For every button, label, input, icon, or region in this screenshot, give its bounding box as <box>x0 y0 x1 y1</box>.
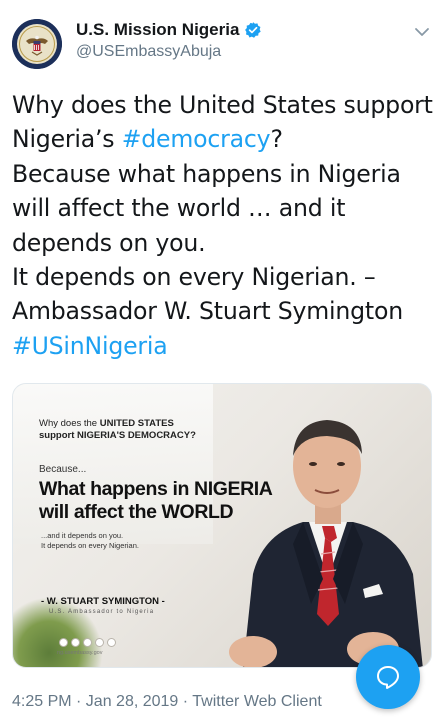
chevron-down-icon[interactable] <box>414 26 430 38</box>
tweet-line-2: Nigeria’s #democracy? <box>12 122 437 156</box>
verified-badge-icon <box>245 22 262 38</box>
display-name[interactable]: U.S. Mission Nigeria <box>76 20 262 40</box>
tweet-line-3: Because what happens in Nigeria <box>12 159 401 188</box>
media-question-line1-bold: UNITED STATES <box>99 418 174 429</box>
media-signature: - W. STUART SYMINGTON - <box>41 596 165 607</box>
media-social-icons <box>59 638 116 647</box>
tweet-text-segment: Nigeria’s <box>12 125 122 154</box>
facebook-icon <box>59 638 68 647</box>
media-small-line2: It depends on every Nigerian. <box>41 541 139 550</box>
media-small-line1: ...and it depends on you. <box>41 531 124 540</box>
tweet-line-5: depends on you. <box>12 228 206 257</box>
media-small-lines: ...and it depends on you. It depends on … <box>41 531 139 551</box>
flickr-icon <box>107 638 116 647</box>
media-ambassador-photo <box>223 404 431 667</box>
media-question-line1-pre: Why does the <box>39 418 100 429</box>
tweet-line-8: #USinNigeria <box>12 329 437 363</box>
media-plant <box>13 597 103 667</box>
account-names[interactable]: U.S. Mission Nigeria @USEmbassyAbuja <box>76 20 262 61</box>
media-social-url: ng.usembassy.gov <box>57 650 103 656</box>
twitter-icon <box>71 638 80 647</box>
instagram-icon <box>83 638 92 647</box>
avatar[interactable] <box>12 19 62 69</box>
tweet-line-1: Why does the United States support <box>12 91 433 119</box>
tweet-text: Why does the United States support Niger… <box>12 88 437 363</box>
account-handle[interactable]: @USEmbassyAbuja <box>76 43 262 61</box>
youtube-icon <box>95 638 104 647</box>
embassy-seal-icon <box>12 19 62 69</box>
media-question: Why does the UNITED STATES support NIGER… <box>39 418 196 442</box>
tweet-meta[interactable]: 4:25 PM · Jan 28, 2019 · Twitter Web Cli… <box>12 693 322 711</box>
media-question-line2: support NIGERIA'S DEMOCRACY? <box>39 430 196 441</box>
tweet-text-segment: ? <box>270 125 283 154</box>
hashtag-democracy-link[interactable]: #democracy <box>122 125 271 153</box>
tweet-line-4: will affect the world … and it <box>12 194 346 223</box>
tweet-header: U.S. Mission Nigeria @USEmbassyAbuja <box>0 0 444 80</box>
media-because: Because... <box>39 464 87 475</box>
tweet-line-7: Ambassador W. Stuart Symington <box>12 297 403 326</box>
media-signature-title: U.S. Ambassador to Nigeria <box>49 609 155 615</box>
chat-bubble-icon <box>377 666 399 689</box>
display-name-text[interactable]: U.S. Mission Nigeria <box>76 20 239 40</box>
tweet-line-6: It depends on every Nigerian. – <box>12 263 376 292</box>
hashtag-usinnigeria-link[interactable]: #USinNigeria <box>12 332 168 360</box>
ambassador-figure <box>229 420 423 667</box>
tweet-media-image[interactable]: Why does the UNITED STATES support NIGER… <box>12 383 432 668</box>
compose-fab-button[interactable] <box>356 645 420 709</box>
